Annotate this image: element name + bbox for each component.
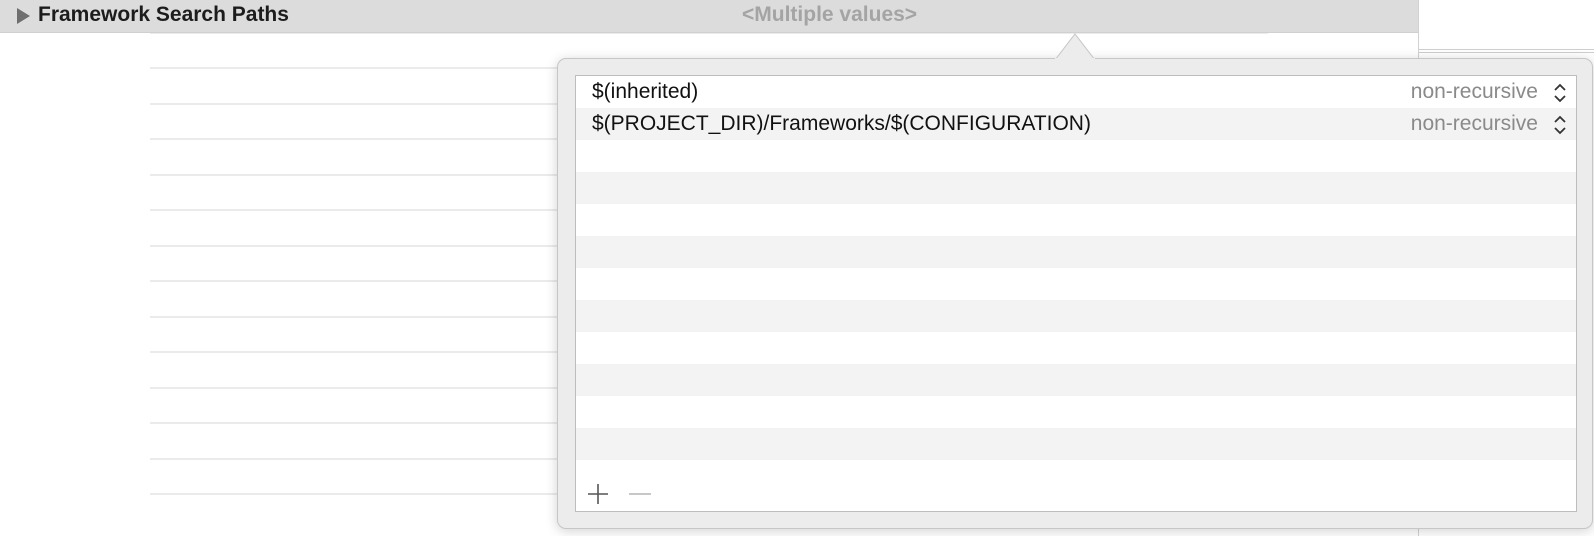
popover-arrow-icon (1055, 33, 1095, 60)
empty-row (576, 140, 1576, 172)
build-settings-editor: Framework Search Paths <Multiple values>… (0, 0, 1594, 536)
up-down-chevron-icon (1554, 83, 1566, 103)
search-path-value[interactable]: $(PROJECT_DIR)/Frameworks/$(CONFIGURATIO… (592, 112, 1091, 136)
recursion-label: non-recursive (1410, 112, 1538, 135)
up-down-chevron-icon (1554, 115, 1566, 135)
minus-icon (629, 493, 651, 495)
empty-row (576, 364, 1576, 396)
search-path-row[interactable]: $(PROJECT_DIR)/Frameworks/$(CONFIGURATIO… (576, 108, 1576, 140)
search-path-value[interactable]: $(inherited) (592, 80, 698, 104)
setting-row-framework-search-paths[interactable]: Framework Search Paths <Multiple values> (0, 0, 1418, 33)
search-path-row[interactable]: $(inherited) non-recursive (576, 76, 1576, 108)
add-path-button[interactable] (584, 480, 612, 508)
remove-path-button[interactable] (626, 480, 654, 508)
plus-icon (588, 484, 608, 504)
setting-name: Framework Search Paths (38, 3, 289, 26)
column-divider-line (1419, 49, 1594, 50)
recursion-label: non-recursive (1410, 80, 1538, 103)
search-paths-rows: $(inherited) non-recursive $(PROJECT_DIR)/… (576, 76, 1576, 460)
empty-row (576, 204, 1576, 236)
empty-row (576, 396, 1576, 428)
empty-row (576, 172, 1576, 204)
list-footer (576, 477, 1576, 511)
search-paths-list: $(inherited) non-recursive $(PROJECT_DIR)/… (575, 75, 1577, 512)
empty-row (576, 428, 1576, 460)
recursion-popup-button[interactable]: non-recursive (1376, 108, 1576, 140)
disclosure-triangle-icon[interactable] (17, 8, 30, 24)
search-paths-popover: $(inherited) non-recursive $(PROJECT_DIR)/… (557, 58, 1593, 529)
empty-row (576, 236, 1576, 268)
recursion-popup-button[interactable]: non-recursive (1376, 76, 1576, 108)
column-divider-line (1419, 52, 1594, 53)
empty-row (576, 332, 1576, 364)
setting-value[interactable]: <Multiple values> (742, 3, 917, 27)
empty-row (576, 300, 1576, 332)
empty-row (576, 268, 1576, 300)
